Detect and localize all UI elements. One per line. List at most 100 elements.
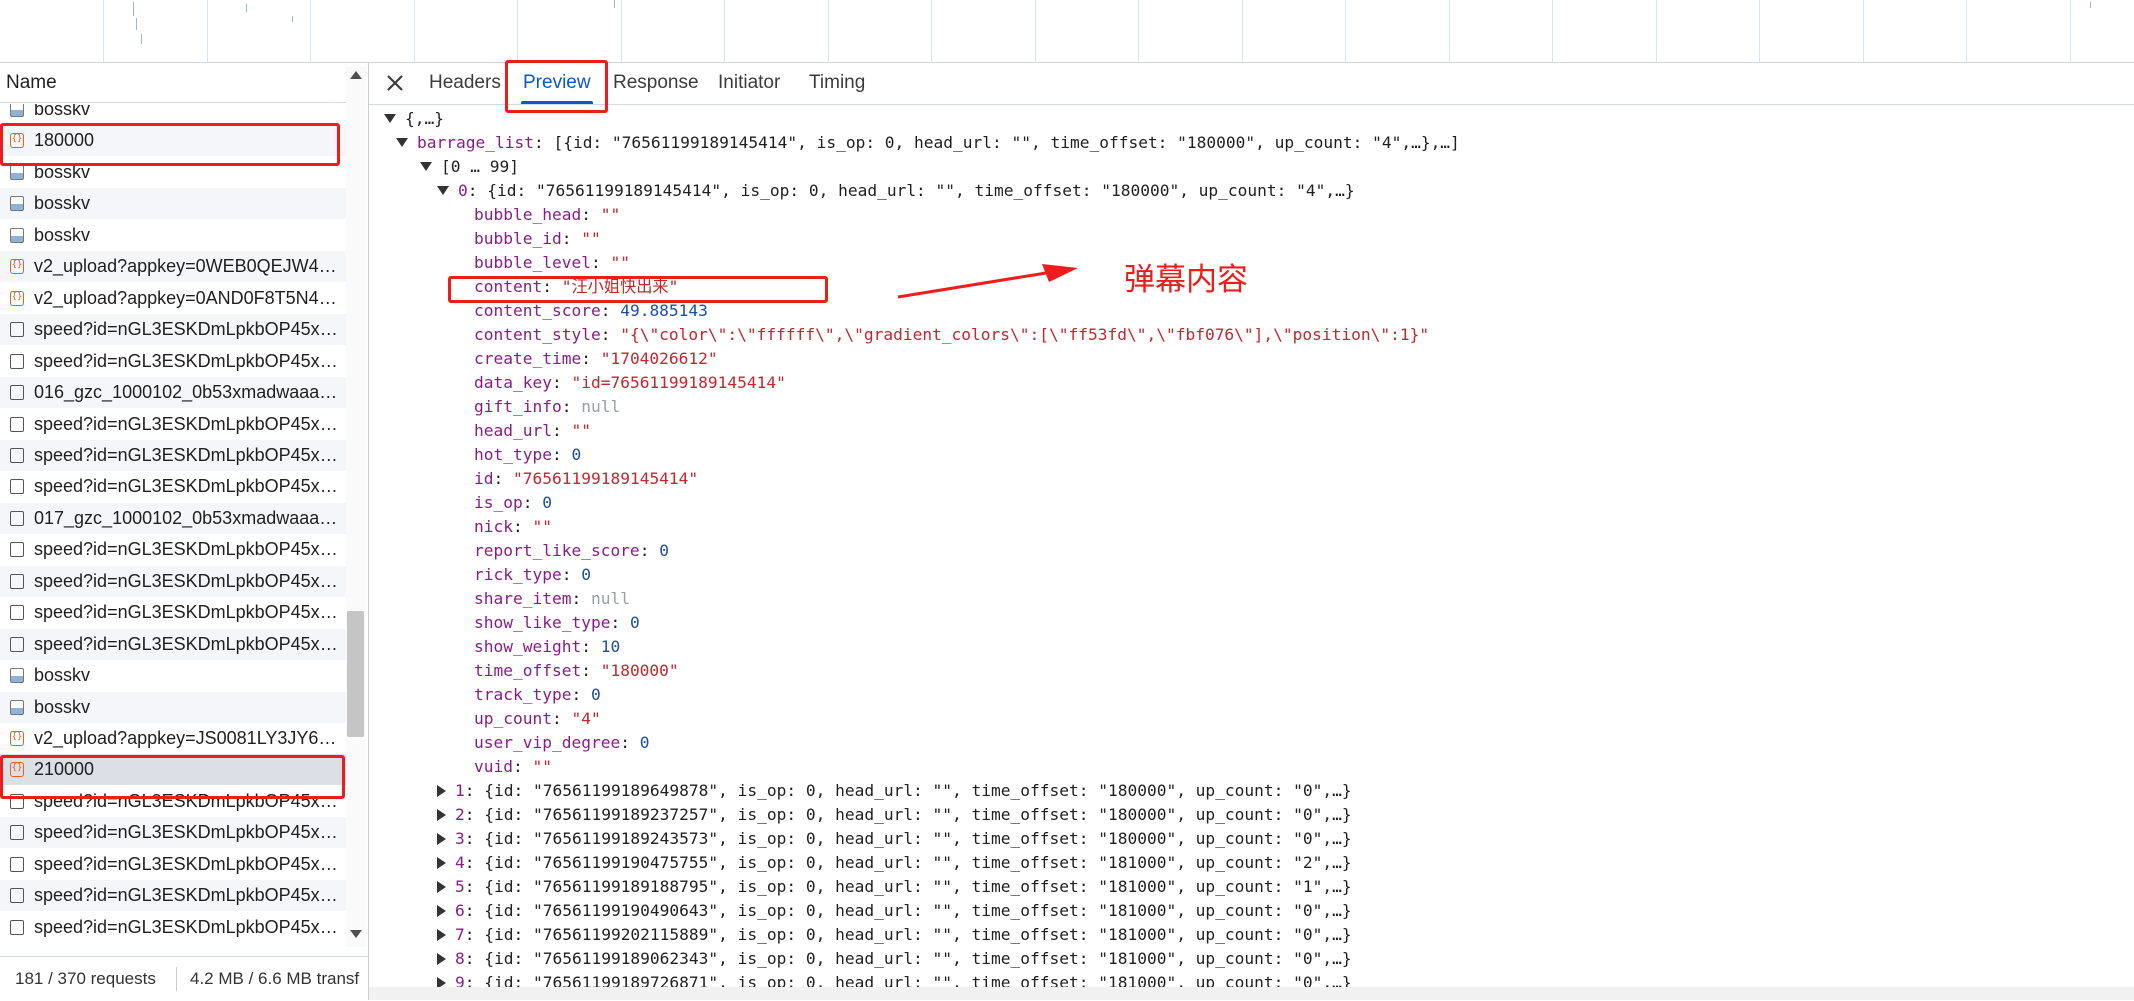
request-row[interactable]: speed?id=nGL3ESKDmLpkbOP45x&... [0, 597, 346, 628]
json-value: 0 [581, 565, 591, 584]
json-collapsed-item[interactable]: 5: {id: "76561199189188795", is_op: 0, h… [437, 875, 1352, 899]
timeline-gridline [1966, 0, 1967, 62]
json-token: : [522, 493, 543, 512]
scroll-down-arrow-icon[interactable] [350, 930, 362, 938]
json-key: 8 [455, 949, 465, 968]
collapsed-triangle-icon[interactable] [437, 833, 446, 845]
json-value: "" [532, 517, 552, 536]
request-row[interactable]: bosskv [0, 692, 346, 723]
request-row[interactable]: speed?id=nGL3ESKDmLpkbOP45x&... [0, 880, 346, 911]
request-row[interactable]: speed?id=nGL3ESKDmLpkbOP45x&... [0, 566, 346, 597]
request-row[interactable]: speed?id=nGL3ESKDmLpkbOP45x&... [0, 849, 346, 880]
name-column-header[interactable]: Name [0, 63, 350, 103]
request-row[interactable]: 017_gzc_1000102_0b53xmadwaaazia... [0, 503, 346, 534]
request-row[interactable]: {} v2_upload?appkey=0AND0F8T5N4N... [0, 283, 346, 314]
expanded-triangle-icon[interactable] [396, 138, 408, 147]
collapsed-triangle-icon[interactable] [437, 977, 446, 987]
json-token: : [467, 181, 488, 200]
preview-horizontal-scrollbar[interactable] [369, 987, 2134, 1000]
request-row[interactable]: speed?id=nGL3ESKDmLpkbOP45x&... [0, 409, 346, 440]
json-field-bubble-id: bubble_id: "" [474, 227, 601, 251]
json-field-user-vip-degree: user_vip_degree: 0 [474, 731, 649, 755]
collapsed-triangle-icon[interactable] [437, 929, 446, 941]
json-value: "" [571, 421, 591, 440]
request-row[interactable]: speed?id=nGL3ESKDmLpkbOP45x&... [0, 912, 346, 943]
collapsed-triangle-icon[interactable] [437, 953, 446, 965]
document-icon [10, 888, 24, 903]
request-row[interactable]: speed?id=nGL3ESKDmLpkbOP45x&... [0, 440, 346, 471]
highlight-request-180000 [0, 123, 340, 166]
collapsed-triangle-icon[interactable] [437, 857, 446, 869]
close-icon[interactable] [383, 71, 407, 95]
json-root-node[interactable]: {,…} [384, 107, 444, 131]
json-value: "{\"color\":\"ffffff\",\"gradient_colors… [620, 325, 1430, 344]
json-collapsed-item[interactable]: 8: {id: "76561199189062343", is_op: 0, h… [437, 947, 1352, 971]
request-row[interactable]: bosskv [0, 220, 346, 251]
json-collapsed-item[interactable]: 4: {id: "76561199190475755", is_op: 0, h… [437, 851, 1352, 875]
json-collapsed-item[interactable]: 2: {id: "76561199189237257", is_op: 0, h… [437, 803, 1352, 827]
detail-tab-bar: Headers Preview Response Initiator Timin… [369, 63, 2134, 105]
collapsed-triangle-icon[interactable] [437, 809, 446, 821]
json-token: : [639, 541, 660, 560]
request-row[interactable]: speed?id=nGL3ESKDmLpkbOP45x&... [0, 534, 346, 565]
json-key: bubble_level [474, 253, 591, 272]
collapsed-triangle-icon[interactable] [437, 785, 446, 797]
json-key: 6 [455, 901, 465, 920]
json-token: : [493, 469, 513, 488]
tab-headers[interactable]: Headers [427, 63, 503, 104]
json-token: : [464, 901, 485, 920]
json-collapsed-item[interactable]: 3: {id: "76561199189243573", is_op: 0, h… [437, 827, 1352, 851]
request-row[interactable]: speed?id=nGL3ESKDmLpkbOP45x&... [0, 346, 346, 377]
tab-timing[interactable]: Timing [807, 63, 867, 104]
request-row[interactable]: 016_gzc_1000102_0b53xmadwaaazia... [0, 377, 346, 408]
expanded-triangle-icon[interactable] [437, 186, 449, 195]
request-row[interactable]: speed?id=nGL3ESKDmLpkbOP45x&... [0, 817, 346, 848]
json-summary: {id: "76561199189188795", is_op: 0, head… [484, 877, 1352, 896]
tab-response[interactable]: Response [611, 63, 701, 104]
json-collapsed-item[interactable]: 1: {id: "76561199189649878", is_op: 0, h… [437, 779, 1352, 803]
json-token: : [551, 421, 572, 440]
request-row[interactable]: bosskv [0, 104, 346, 125]
request-row[interactable]: speed?id=nGL3ESKDmLpkbOP45x&... [0, 629, 346, 660]
request-row[interactable]: {} v2_upload?appkey=JS0081LY3JY6J3... [0, 723, 346, 754]
timeline-overview[interactable] [0, 0, 2134, 63]
request-row[interactable]: bosskv [0, 660, 346, 691]
expanded-triangle-icon[interactable] [384, 114, 396, 123]
scroll-up-arrow-icon[interactable] [350, 71, 362, 79]
json-collapsed-item[interactable]: 6: {id: "76561199190490643", is_op: 0, h… [437, 899, 1352, 923]
request-name: speed?id=nGL3ESKDmLpkbOP45x&... [34, 414, 342, 434]
request-list-scroll-thumb[interactable] [347, 611, 364, 737]
request-row[interactable]: speed?id=nGL3ESKDmLpkbOP45x&... [0, 471, 346, 502]
json-collapsed-item[interactable]: 7: {id: "76561199202115889", is_op: 0, h… [437, 923, 1352, 947]
json-summary: {id: "76561199189145414", is_op: 0, head… [487, 181, 1355, 200]
json-summary: {id: "76561199189243573", is_op: 0, head… [484, 829, 1352, 848]
json-value: "" [600, 205, 621, 224]
request-row[interactable]: {} v2_upload?appkey=0WEB0QEJW44K... [0, 251, 346, 282]
json-key: vuid [474, 757, 513, 776]
json-barrage-list-node[interactable]: barrage_list: [{id: "76561199189145414",… [396, 131, 1460, 155]
json-field-head-url: head_url: "" [474, 419, 591, 443]
request-row[interactable]: bosskv [0, 188, 346, 219]
request-list-scrollbar[interactable] [346, 67, 366, 947]
json-summary: {id: "76561199202115889", is_op: 0, head… [484, 925, 1352, 944]
timeline-activity-mark [614, 0, 615, 8]
json-key: content_score [474, 301, 601, 320]
highlight-preview-tab [505, 60, 608, 113]
json-value: 0 [571, 445, 582, 464]
request-name: speed?id=nGL3ESKDmLpkbOP45x&... [34, 539, 342, 559]
json-field-bubble-level: bubble_level: "" [474, 251, 630, 275]
json-collapsed-item[interactable]: 9: {id: "76561199189726871", is_op: 0, h… [437, 971, 1352, 987]
tab-initiator[interactable]: Initiator [716, 63, 782, 104]
timeline-gridline [1138, 0, 1139, 62]
json-field-report-like-score: report_like_score: 0 [474, 539, 669, 563]
json-range-node[interactable]: [0 … 99] [420, 155, 519, 179]
json-item-0-node[interactable]: 0: {id: "76561199189145414", is_op: 0, h… [437, 179, 1355, 203]
json-field-is-op: is_op: 0 [474, 491, 552, 515]
expanded-triangle-icon[interactable] [420, 162, 432, 171]
json-field-show-like-type: show_like_type: 0 [474, 611, 640, 635]
request-row[interactable]: speed?id=nGL3ESKDmLpkbOP45x&... [0, 314, 346, 345]
json-field-up-count: up_count: "4" [474, 707, 601, 731]
collapsed-triangle-icon[interactable] [437, 905, 446, 917]
collapsed-triangle-icon[interactable] [437, 881, 446, 893]
highlight-request-210000 [0, 755, 345, 799]
